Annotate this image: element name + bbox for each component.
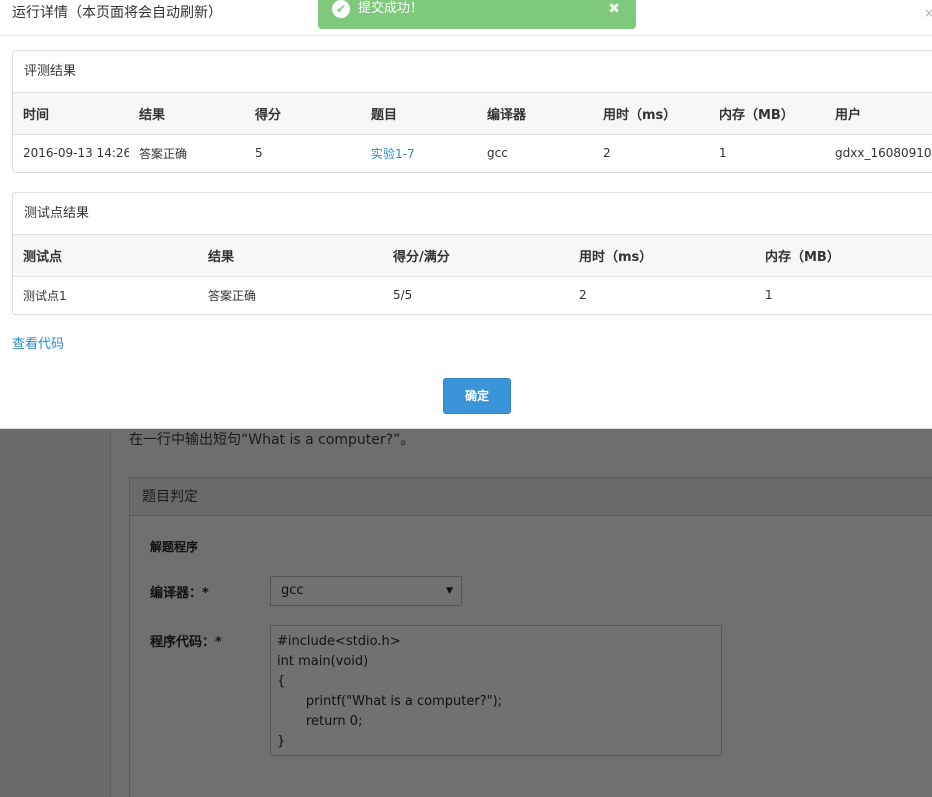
cell-score: 5 xyxy=(255,146,263,161)
judge-result-table: 时间 结果 得分 题目 编译器 用时（ms） 内存（MB） 用户 2016-09… xyxy=(13,93,932,172)
col-header-time-used: 用时（ms） xyxy=(569,235,755,277)
col-header-case: 测试点 xyxy=(13,235,198,277)
compiler-select-value: gcc xyxy=(281,583,304,598)
testcase-result-panel: 测试点结果 测试点 结果 得分/满分 用时（ms） 内存（MB） 测试点1 答案… xyxy=(12,192,932,315)
cell-case: 测试点1 xyxy=(23,288,67,303)
close-icon[interactable]: × xyxy=(924,0,932,26)
judge-result-title: 评测结果 xyxy=(13,51,932,93)
col-header-result: 结果 xyxy=(129,93,245,135)
run-details-modal: 运行详情（本页面将会自动刷新） × 评测结果 时间 结果 得分 题目 编译器 用… xyxy=(0,0,932,429)
compiler-select[interactable]: gcc ▼ xyxy=(270,576,462,606)
judge-panel: 题目判定 解题程序 编译器：* gcc ▼ 程序代码：* #include<st… xyxy=(129,477,932,797)
col-header-user: 用户 xyxy=(825,93,932,135)
table-header-row: 测试点 结果 得分/满分 用时（ms） 内存（MB） xyxy=(13,235,932,277)
table-row: 测试点1 答案正确 5/5 2 1 xyxy=(13,276,932,314)
judge-panel-title: 题目判定 xyxy=(130,478,932,516)
cell-result: 答案正确 xyxy=(208,288,257,303)
judge-result-panel: 评测结果 时间 结果 得分 题目 编译器 用时（ms） 内存（MB） 用户 20… xyxy=(12,50,932,173)
close-icon[interactable]: ✖ xyxy=(608,0,620,18)
solution-subtitle: 解题程序 xyxy=(150,540,199,554)
cell-memory: 1 xyxy=(719,146,727,161)
col-header-score: 得分 xyxy=(245,93,361,135)
compiler-label: 编译器：* xyxy=(150,586,209,601)
col-header-time-used: 用时（ms） xyxy=(593,93,709,135)
col-header-problem: 题目 xyxy=(361,93,477,135)
cell-time-used: 2 xyxy=(579,288,587,303)
caret-down-icon: ▼ xyxy=(446,586,453,596)
col-header-memory: 内存（MB） xyxy=(755,235,932,277)
col-header-memory: 内存（MB） xyxy=(709,93,825,135)
table-row: 2016-09-13 14:26 答案正确 5 实验1-7 gcc 2 1 gd… xyxy=(13,134,932,172)
view-code-link[interactable]: 查看代码 xyxy=(12,333,64,352)
cell-user: gdxx_160809109 xyxy=(835,146,932,161)
testcase-result-title: 测试点结果 xyxy=(13,193,932,235)
success-toast: ✔ 提交成功！ ✖ xyxy=(318,0,636,29)
col-header-time: 时间 xyxy=(13,93,129,135)
code-textarea[interactable]: #include<stdio.h> int main(void) { print… xyxy=(270,625,722,756)
modal-title: 运行详情（本页面将会自动刷新） xyxy=(12,5,222,21)
code-label: 程序代码：* xyxy=(150,635,222,650)
problem-link[interactable]: 实验1-7 xyxy=(371,147,415,161)
check-circle-icon: ✔ xyxy=(332,0,350,18)
cell-time-used: 2 xyxy=(603,146,611,161)
problem-description: 在一行中输出短句“What is a computer?”。 xyxy=(129,432,415,448)
table-header-row: 时间 结果 得分 题目 编译器 用时（ms） 内存（MB） 用户 xyxy=(13,93,932,135)
cell-compiler: gcc xyxy=(487,146,508,161)
toast-message: 提交成功！ xyxy=(358,1,424,16)
testcase-result-table: 测试点 结果 得分/满分 用时（ms） 内存（MB） 测试点1 答案正确 5/5… xyxy=(13,235,932,314)
col-header-result: 结果 xyxy=(198,235,383,277)
cell-memory: 1 xyxy=(765,288,773,303)
col-header-compiler: 编译器 xyxy=(477,93,593,135)
cell-result: 答案正确 xyxy=(139,146,188,161)
col-header-score: 得分/满分 xyxy=(383,235,569,277)
ok-button[interactable]: 确定 xyxy=(443,378,511,414)
cell-time: 2016-09-13 14:26 xyxy=(23,146,129,161)
cell-score: 5/5 xyxy=(393,288,413,303)
